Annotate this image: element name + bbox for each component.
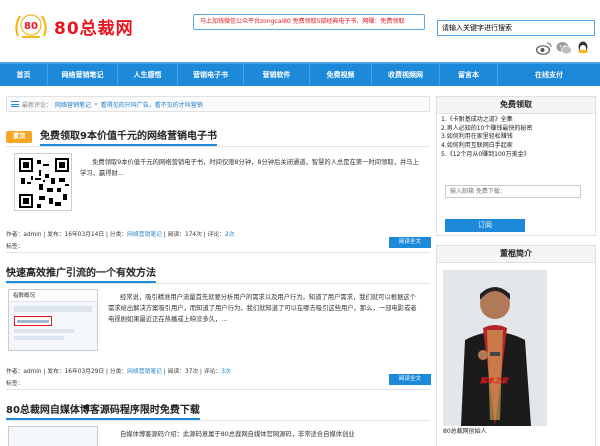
site-header: 80 80总裁网 马上加钱微信公众平台zongcai80 免费领取5部经典电子书… (0, 0, 600, 62)
post-2-read-more-button[interactable]: 阅读全文 (389, 374, 431, 385)
post-1-date: 发布：16年03月14日 (47, 232, 105, 238)
post-1-title[interactable]: 免费领取9本价值千元的网络营销电子书 (40, 127, 217, 146)
free-list-item[interactable]: 5.《12个月从0赚到100万美金》 (441, 151, 591, 160)
post-2-date: 发布：16年03月29日 (47, 369, 105, 375)
post-2-title[interactable]: 快速高效推广引流的一个有效方法 (6, 264, 156, 283)
search-input[interactable] (438, 21, 594, 35)
qq-icon[interactable] (576, 41, 590, 55)
latest-comments-post-link[interactable]: 看得见的只叫广告，看不见的才叫营销 (101, 100, 203, 109)
post-2-category-label: 分类： (109, 369, 128, 375)
wechat-icon[interactable] (556, 41, 572, 55)
logo-badge-number: 80 (24, 21, 38, 32)
founder-photo (443, 270, 547, 426)
post-3-title-row: 80总裁网自媒体博客源码程序限时免费下载 (6, 401, 430, 420)
nav-item-marketing-notes[interactable]: 网络营销笔记 (48, 64, 118, 86)
main-nav: 首页 网络营销笔记 人生感悟 营销电子书 营销软件 免费视频 收费视频网 留言本… (0, 62, 600, 86)
nav-item-free-video[interactable]: 免费视频 (310, 64, 372, 86)
post-1-title-row: 置顶 免费领取9本价值千元的网络营销电子书 (6, 127, 430, 146)
sticky-badge-icon: 置顶 (6, 130, 32, 143)
nav-item-ebooks[interactable]: 营销电子书 (178, 64, 244, 86)
site-logo[interactable]: 80 80总裁网 (12, 10, 134, 42)
divider (6, 283, 430, 284)
nav-item-home[interactable]: 首页 (0, 64, 48, 86)
post-2-title-row: 快速高效推广引流的一个有效方法 (6, 264, 430, 283)
post-1-category-label: 分类： (109, 232, 128, 238)
thumbnail-highlight-box (14, 316, 52, 326)
post-2-excerpt: 经常说，吸引精准用户流量首先就要分析用户的需求以及用户行为。知道了用户需求，我们… (108, 294, 417, 323)
post-2-comments-link[interactable]: 3次 (221, 369, 231, 375)
divider (6, 389, 430, 390)
free-list-item[interactable]: 4.如何利用互联网白手起家 (441, 142, 591, 151)
post-2-author: 作者：admin (6, 369, 42, 375)
post-1-read-more-button[interactable]: 阅读全文 (389, 237, 431, 248)
latest-comments-category-link[interactable]: 网络营销笔记 (55, 100, 91, 109)
post-2-category-link[interactable]: 网络营销笔记 (127, 369, 162, 375)
divider (6, 420, 430, 421)
nav-item-paid-video[interactable]: 收费视频网 (372, 64, 440, 86)
post-1-excerpt: 免费领取9本价值千元的网络营销电子书，时间仅限8分钟，8分钟后关闭通道，智慧的人… (80, 159, 419, 177)
watermark: 脚本之家 (480, 377, 508, 385)
nav-list: 首页 网络营销笔记 人生感悟 营销电子书 营销软件 免费视频 收费视频网 留言本… (0, 64, 600, 86)
logo-text: 80总裁网 (54, 18, 134, 39)
post-2-views: 阅读：37次 (167, 369, 199, 375)
nav-item-payment[interactable]: 在线支付 (498, 64, 600, 86)
search-box[interactable] (437, 20, 595, 36)
sidebar-profile-box: 董棍简介 80总裁网创始人 (436, 245, 596, 446)
thumbnail-header: 指数概况 (9, 290, 97, 302)
post-1-author: 作者：admin (6, 232, 42, 238)
post-3-title[interactable]: 80总裁网自媒体博客源码程序限时免费下载 (6, 401, 200, 420)
sidebar-profile-title: 董棍简介 (437, 246, 595, 263)
thumbnail-bar (14, 306, 92, 312)
divider (6, 252, 430, 253)
post-3-thumbnail[interactable] (8, 426, 98, 446)
sidebar-free-title: 免费领取 (437, 97, 595, 114)
post-2-thumbnail[interactable]: 指数概况 (8, 289, 98, 351)
latest-comments-bar: 最新评论： 网络营销笔记 » 看得见的只叫广告，看不见的才叫营销 (6, 96, 430, 112)
post-1-views: 阅读：174次 (167, 232, 202, 238)
post-2-tags: 标签： (6, 381, 24, 387)
page: 80 80总裁网 马上加钱微信公众平台zongcai80 免费领取5部经典电子书… (0, 0, 600, 446)
thumbnail-bar (14, 329, 74, 333)
free-list-item[interactable]: 3.如何利用在家里轻松赚钱 (441, 133, 591, 142)
divider (6, 146, 430, 147)
nav-item-life[interactable]: 人生感悟 (118, 64, 178, 86)
email-field[interactable]: 输入邮箱 免费下载： (445, 185, 581, 198)
thumbnail-bar (14, 336, 64, 340)
weibo-icon[interactable] (536, 41, 552, 55)
list-icon (11, 101, 19, 107)
subscribe-button[interactable]: 订阅 (445, 219, 525, 232)
sidebar-free-box: 免费领取 1.《卡耐基成功之道》全集 2.男人必知的10个赚钱最快的秘密 3.如… (436, 96, 596, 236)
breadcrumb-separator: » (94, 100, 98, 108)
post-2-meta: 作者：admin | 发布：16年03月29日 | 分类：网络营销笔记 | 阅读… (6, 369, 231, 375)
post-3-excerpt: 自媒体博客源码介绍：此源码意属于80总裁网自媒体官网源码，非常适合自媒体创业 (120, 431, 355, 438)
founder-caption: 80总裁网创始人 (443, 428, 487, 435)
post-2-comments-label: 评论： (203, 369, 222, 375)
post-1-qrcode[interactable] (14, 153, 72, 211)
post-1-tags: 标签： (6, 244, 24, 250)
latest-comments-label: 最新评论： (22, 101, 53, 109)
post-1-meta: 作者：admin | 发布：16年03月14日 | 分类：网络营销笔记 | 阅读… (6, 232, 235, 238)
post-1-comments-label: 评论： (207, 232, 225, 238)
free-list: 1.《卡耐基成功之道》全集 2.男人必知的10个赚钱最快的秘密 3.如何利用在家… (437, 114, 595, 162)
post-1-comments-link[interactable]: 2次 (225, 232, 235, 238)
free-list-item[interactable]: 1.《卡耐基成功之道》全集 (441, 116, 591, 125)
nav-item-guestbook[interactable]: 留言本 (440, 64, 498, 86)
header-notice[interactable]: 马上加钱微信公众平台zongcai80 免费领取5部经典电子书、网赚：免费领取 (193, 14, 425, 30)
nav-item-software[interactable]: 营销软件 (244, 64, 310, 86)
post-1-category-link[interactable]: 网络营销笔记 (127, 232, 162, 238)
logo-badge-icon: 80 (12, 10, 50, 42)
